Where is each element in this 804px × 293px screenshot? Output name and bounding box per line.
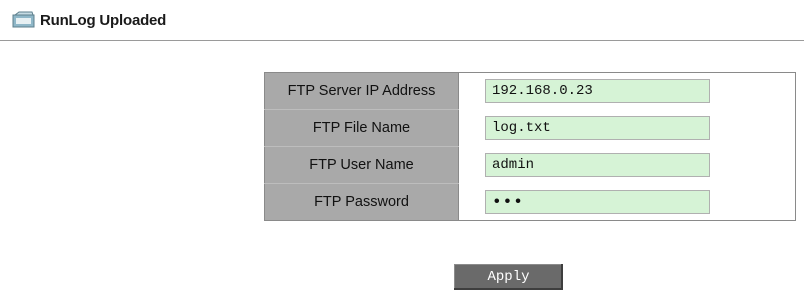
ftp-password-input[interactable]	[485, 189, 710, 214]
ftp-password-label: FTP Password	[264, 183, 459, 221]
table-row: FTP Password	[264, 183, 796, 221]
page-title: RunLog Uploaded	[40, 11, 167, 29]
ftp-file-name-input[interactable]	[485, 116, 710, 140]
header-divider	[0, 40, 804, 41]
table-row: FTP File Name	[264, 109, 796, 147]
ftp-file-name-label: FTP File Name	[264, 109, 459, 147]
ftp-settings-table: FTP Server IP Address FTP File Name FTP …	[264, 72, 796, 221]
table-row: FTP User Name	[264, 146, 796, 184]
apply-button[interactable]: Apply	[454, 264, 563, 290]
ftp-user-name-label: FTP User Name	[264, 146, 459, 184]
ftp-user-name-input[interactable]	[485, 153, 710, 177]
page-header: RunLog Uploaded	[12, 7, 166, 33]
ftp-server-ip-input[interactable]	[485, 79, 710, 104]
ftp-server-ip-label: FTP Server IP Address	[264, 72, 459, 110]
folder-icon	[12, 11, 36, 29]
table-row: FTP Server IP Address	[264, 72, 796, 110]
